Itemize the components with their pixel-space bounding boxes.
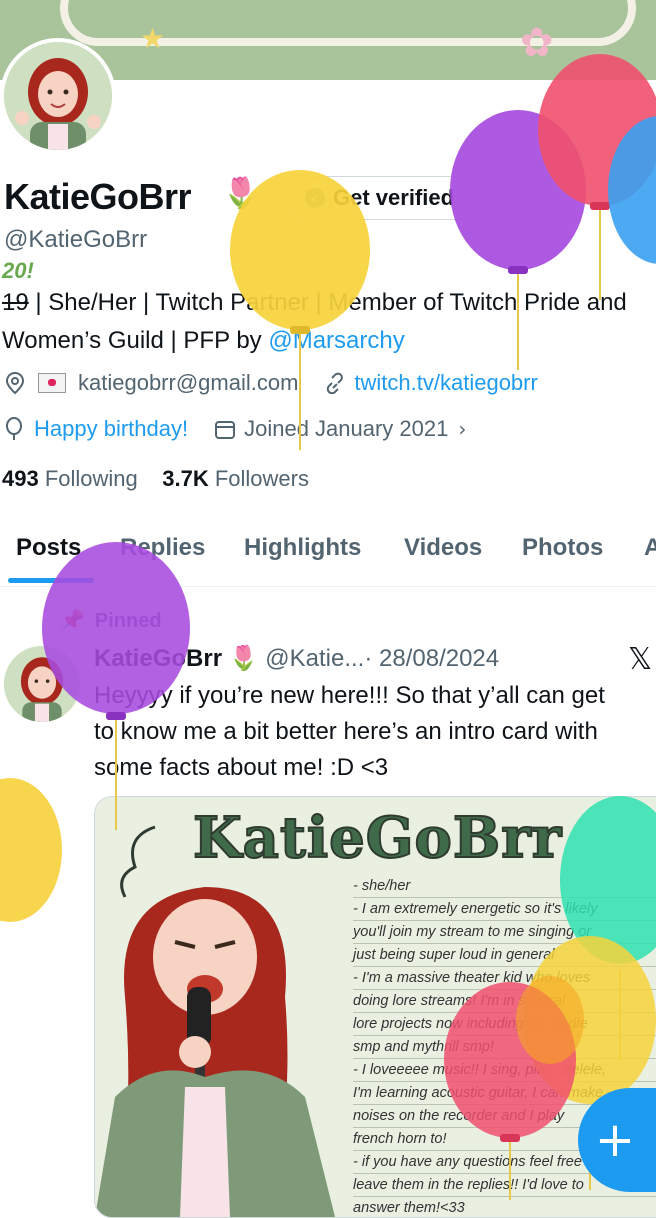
tulip-icon: 🌷 — [222, 176, 260, 211]
birthday-link[interactable]: Happy birthday! — [34, 416, 188, 442]
location-pin-icon — [5, 371, 25, 395]
card-fact-line: smp and mythrill smp! — [353, 1036, 656, 1059]
card-fact-line: - she/her — [353, 875, 656, 898]
balloon-pink-top — [538, 54, 656, 300]
pinned-indicator: 📌 Pinned — [60, 608, 162, 633]
bio-mention-link[interactable]: @Marsarchy — [268, 327, 404, 354]
post-author-handle[interactable]: @Katie... — [265, 645, 364, 672]
profile-meta-row-1: katiegobrr@gmail.com twitch.tv/katiegobr… — [4, 370, 538, 396]
tab-highlights[interactable]: Highlights — [244, 534, 361, 562]
profile-handle: @KatieGoBrr — [4, 226, 148, 253]
tulip-icon: 🌷 — [228, 644, 259, 672]
balloon-blue-top — [608, 116, 656, 264]
followers-label: Followers — [214, 466, 309, 491]
verified-badge-icon: ✓ — [305, 188, 325, 208]
chevron-right-icon[interactable]: › — [458, 417, 466, 441]
card-fact-line: - I am extremely energetic so it's likel… — [353, 898, 656, 921]
profile-website-link[interactable]: twitch.tv/katiegobrr — [354, 370, 537, 396]
following-count: 493 — [2, 466, 39, 491]
star-icon: ★ — [140, 22, 166, 55]
profile-joined-date[interactable]: Joined January 2021 — [244, 416, 448, 442]
tab-photos[interactable]: Photos — [522, 534, 603, 562]
card-fact-line: just being super loud in general — [353, 944, 656, 967]
profile-meta-row-2: Happy birthday! Joined January 2021 › — [4, 416, 476, 442]
calendar-icon — [215, 421, 236, 439]
post-date[interactable]: · 28/08/2024 — [364, 645, 499, 672]
tab-videos[interactable]: Videos — [404, 534, 482, 562]
card-fact-line: lore projects now including the oodle — [353, 1013, 656, 1036]
pinned-label: Pinned — [94, 610, 162, 632]
active-tab-indicator — [8, 578, 94, 583]
post-header: KatieGoBrr 🌷 @Katie...· 28/08/2024 — [94, 644, 499, 673]
profile-avatar[interactable] — [0, 38, 116, 154]
followers-link[interactable]: 3.7K Followers — [162, 466, 309, 491]
link-icon — [327, 372, 344, 394]
post-avatar-illustration — [4, 646, 80, 722]
get-verified-label: Get verified — [333, 185, 455, 210]
card-fact-line: - I'm a massive theater kid who loves — [353, 967, 656, 990]
post-author-avatar[interactable] — [4, 646, 80, 722]
age-scribble: 20! — [2, 258, 34, 283]
x-logo-icon: 𝕏 — [628, 642, 653, 677]
profile-tabs: Posts Replies Highlights Videos Photos A — [0, 520, 656, 587]
following-link[interactable]: 493 Following — [2, 466, 138, 491]
post-author-name[interactable]: KatieGoBrr — [94, 645, 222, 672]
profile-email: katiegobrr@gmail.com — [78, 370, 299, 395]
card-title: KatieGoBrr — [192, 804, 563, 872]
flower-icon: ✿ — [520, 20, 554, 66]
follow-stats: 493 Following 3.7K Followers — [2, 466, 309, 492]
profile-display-name: KatieGoBrr — [4, 176, 192, 217]
card-fact-line: - I loveeeee music!! I sing, play ukelel… — [353, 1059, 656, 1082]
love-letter-icon — [38, 373, 66, 393]
tab-replies[interactable]: Replies — [120, 534, 205, 562]
avatar-illustration — [4, 42, 112, 150]
tab-more[interactable]: A — [644, 534, 656, 562]
tab-posts[interactable]: Posts — [16, 534, 81, 562]
get-verified-button[interactable]: ✓ Get verified — [286, 176, 480, 220]
pin-icon: 📌 — [60, 608, 85, 632]
card-fact-line: you'll join my stream to me singing or — [353, 921, 656, 944]
card-fact-line: answer them!<33 — [353, 1197, 656, 1217]
balloon-icon — [6, 417, 22, 440]
profile-bio: 19 | She/Her | Twitch Partner | Member o… — [2, 284, 652, 360]
balloon-yellow-left — [0, 778, 62, 922]
post-image-card[interactable]: KatieGoBrr - she/her - I am extremely en… — [94, 796, 656, 1218]
post-text: Heyyyy if you’re new here!!! So that y’a… — [94, 682, 605, 781]
followers-count: 3.7K — [162, 466, 209, 491]
bio-struck-age: 19 — [2, 289, 29, 316]
plus-icon: + — [594, 1112, 636, 1168]
following-label: Following — [44, 466, 138, 491]
card-fact-line: doing lore streams! I'm in several — [353, 990, 656, 1013]
